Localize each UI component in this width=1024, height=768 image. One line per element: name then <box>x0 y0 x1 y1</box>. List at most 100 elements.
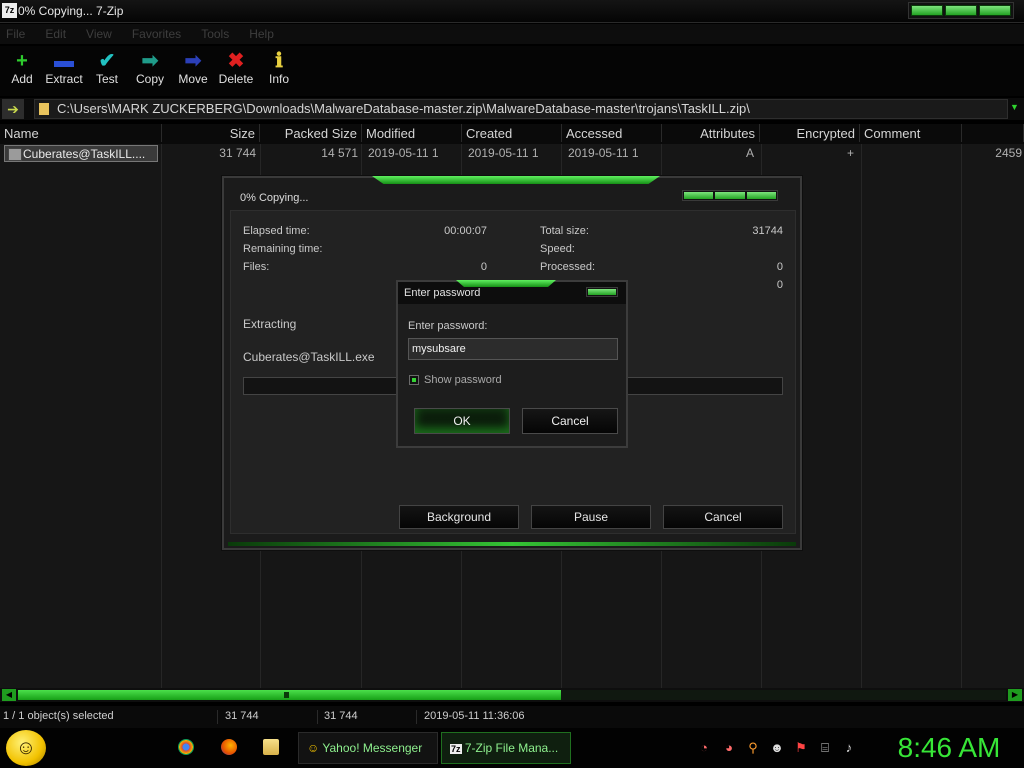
elapsed-label: Elapsed time: <box>243 225 310 237</box>
status-selected: 1 / 1 object(s) selected <box>0 710 218 724</box>
close-button[interactable] <box>979 5 1011 16</box>
menu-edit[interactable]: Edit <box>45 24 66 44</box>
cell-attributes: A <box>745 146 754 160</box>
copy-label: Copy <box>135 72 164 86</box>
title-bar[interactable]: 7z 0% Copying... 7-Zip <box>0 0 1024 23</box>
cell-extra: 2459 <box>995 146 1022 160</box>
chat-icon[interactable]: ☻ <box>769 740 785 756</box>
add-button[interactable]: + Add <box>0 50 44 86</box>
processed-label: Processed: <box>540 261 596 273</box>
flag-icon[interactable]: ⚑ <box>793 740 809 756</box>
copying-window-controls <box>682 190 778 201</box>
status-packed: 31 744 <box>321 710 417 724</box>
menu-help[interactable]: Help <box>249 24 274 44</box>
column-name[interactable]: Name <box>0 124 162 142</box>
show-password-checkbox[interactable] <box>409 375 419 385</box>
menu-file[interactable]: File <box>6 24 25 44</box>
copy-arrow-icon: ➡ <box>141 50 159 72</box>
test-label: Test <box>95 72 118 86</box>
toolbar: + Add ▬ Extract ✔ Test ➡ Copy ➡ Move ✖ D… <box>0 46 1024 96</box>
minus-icon: ▬ <box>54 50 74 72</box>
copying-maximize-button[interactable] <box>715 192 745 199</box>
cell-accessed: 2019-05-11 1 <box>568 146 639 160</box>
cancel-button[interactable]: Cancel <box>522 408 618 434</box>
list-header: Name Size Packed Size Modified Created A… <box>0 124 1024 144</box>
gauge-icon[interactable]: ◔ <box>696 740 712 756</box>
folder-icon[interactable] <box>263 739 279 755</box>
speaker-icon[interactable]: ♪ <box>841 740 857 756</box>
taskbar-yahoo-messenger[interactable]: ☺ Yahoo! Messenger <box>298 732 438 764</box>
window-title: 0% Copying... 7-Zip <box>18 4 124 18</box>
background-button[interactable]: Background <box>399 505 519 529</box>
column-modified[interactable]: Modified <box>362 124 462 142</box>
search-icon[interactable]: ⚲ <box>745 740 761 756</box>
password-input[interactable] <box>408 338 618 360</box>
column-attributes[interactable]: Attributes <box>662 124 760 142</box>
dialog-glow-decoration <box>228 542 796 546</box>
chrome-icon[interactable] <box>178 739 194 755</box>
chevron-down-icon[interactable]: ▼ <box>1010 102 1019 112</box>
column-created[interactable]: Created <box>462 124 562 142</box>
elapsed-value: 00:00:07 <box>444 225 487 237</box>
maximize-button[interactable] <box>945 5 977 16</box>
pause-button[interactable]: Pause <box>531 505 651 529</box>
menu-tools[interactable]: Tools <box>201 24 229 44</box>
column-packed-size[interactable]: Packed Size <box>260 124 362 142</box>
info-label: Info <box>268 72 289 86</box>
extract-button[interactable]: ▬ Extract <box>42 50 86 86</box>
add-label: Add <box>11 72 33 86</box>
ok-button[interactable]: OK <box>414 408 510 434</box>
menu-favorites[interactable]: Favorites <box>132 24 181 44</box>
address-bar: ➔ C:\Users\MARK ZUCKERBERG\Downloads\Mal… <box>0 98 1024 120</box>
minimize-button[interactable] <box>911 5 943 16</box>
taskbar-7zip[interactable]: 7z 7-Zip File Mana... <box>441 732 571 764</box>
column-size[interactable]: Size <box>162 124 260 142</box>
scroll-grip <box>284 692 289 698</box>
column-extra[interactable] <box>962 124 1024 142</box>
cell-size: 31 744 <box>219 146 256 160</box>
clock[interactable]: 8:46 AM <box>880 731 1018 765</box>
delete-button[interactable]: ✖ Delete <box>214 50 258 86</box>
path-text: C:\Users\MARK ZUCKERBERG\Downloads\Malwa… <box>57 101 750 116</box>
copy-button[interactable]: ➡ Copy <box>128 50 172 86</box>
column-accessed[interactable]: Accessed <box>562 124 662 142</box>
gauge-alt-icon[interactable]: ◕ <box>721 740 737 756</box>
total-size-value: 31744 <box>752 225 783 237</box>
folder-icon <box>39 103 49 115</box>
info-button[interactable]: ℹ Info <box>257 50 301 86</box>
network-icon[interactable]: ⌸ <box>817 740 833 756</box>
check-icon: ✔ <box>98 50 116 72</box>
column-divider <box>961 144 962 688</box>
checkmark-icon <box>412 378 416 382</box>
extract-label: Extract <box>45 72 83 86</box>
close-icon <box>588 289 616 295</box>
dialog-glow-decoration <box>456 280 556 287</box>
password-close-button[interactable] <box>586 287 618 297</box>
test-button[interactable]: ✔ Test <box>85 50 129 86</box>
scroll-right-arrow-icon[interactable]: ▶ <box>1008 689 1022 701</box>
cancel-copy-button[interactable]: Cancel <box>663 505 783 529</box>
path-field[interactable]: C:\Users\MARK ZUCKERBERG\Downloads\Malwa… <box>34 99 1008 119</box>
table-row-name[interactable]: Cuberates@TaskILL.... <box>4 145 158 162</box>
plus-icon: + <box>16 50 28 72</box>
menu-view[interactable]: View <box>86 24 112 44</box>
move-label: Move <box>178 72 208 86</box>
copying-minimize-button[interactable] <box>684 192 714 199</box>
column-divider <box>161 144 162 688</box>
column-encrypted[interactable]: Encrypted <box>760 124 860 142</box>
scroll-track[interactable] <box>18 690 1006 700</box>
move-button[interactable]: ➡ Move <box>171 50 215 86</box>
column-comment[interactable]: Comment <box>860 124 962 142</box>
up-folder-button[interactable]: ➔ <box>2 99 24 119</box>
firefox-icon[interactable] <box>221 739 237 755</box>
horizontal-scrollbar[interactable]: ◀ ▶ <box>0 688 1024 702</box>
status-bar: 1 / 1 object(s) selected 31 744 31 744 2… <box>0 706 1024 728</box>
scroll-left-arrow-icon[interactable]: ◀ <box>2 689 16 701</box>
start-button-smiley-icon[interactable]: ☺ <box>6 730 46 766</box>
show-password-label[interactable]: Show password <box>424 374 502 386</box>
scroll-thumb[interactable] <box>18 690 562 700</box>
copying-close-button[interactable] <box>746 192 776 199</box>
move-arrow-icon: ➡ <box>184 50 202 72</box>
status-date: 2019-05-11 11:36:06 <box>424 710 525 722</box>
cell-created: 2019-05-11 1 <box>468 146 539 160</box>
